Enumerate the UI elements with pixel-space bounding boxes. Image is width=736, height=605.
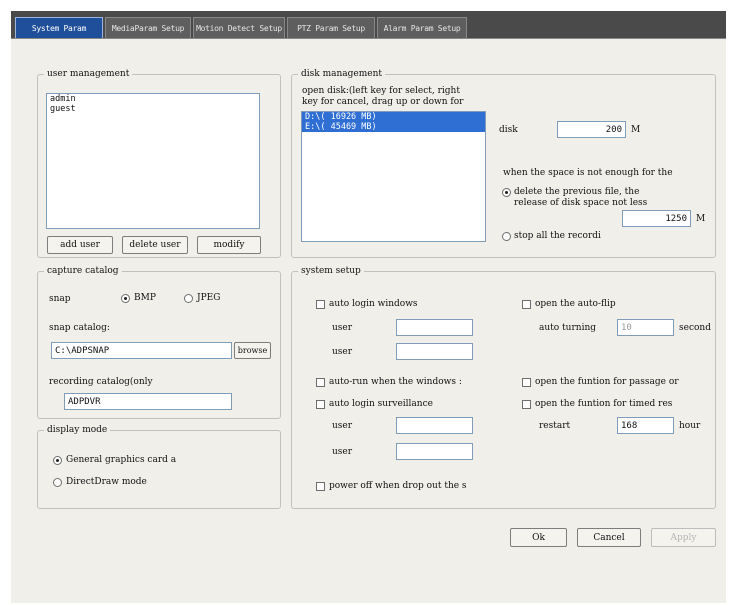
snap-catalog-input[interactable]: C:\ADPSNAP (51, 342, 232, 359)
directdraw-label: DirectDraw mode (66, 477, 147, 487)
modify-button[interactable]: modify (197, 236, 261, 254)
disk-hint-line1: open disk:(left key for select, right (302, 86, 460, 96)
browse-button[interactable]: browse (234, 342, 271, 359)
disk-management-group: disk management open disk:(left key for … (291, 68, 716, 258)
release-space-input[interactable]: 1250 (622, 210, 691, 227)
display-mode-group: display mode General graphics card a Dir… (37, 424, 281, 509)
windows-password-label: user (332, 347, 353, 357)
power-off-checkbox[interactable] (316, 482, 325, 491)
auto-turning-input[interactable]: 10 (617, 319, 674, 336)
auto-login-surveillance-label: auto login surveillance (329, 399, 433, 409)
windows-user-input[interactable] (396, 319, 473, 336)
power-off-label: power off when drop out the s (329, 481, 467, 491)
cancel-button[interactable]: Cancel (577, 528, 641, 547)
apply-button[interactable]: Apply (651, 528, 716, 547)
restart-label: restart (539, 421, 571, 431)
disk-management-title: disk management (298, 68, 385, 80)
delete-previous-line2: release of disk space not less (514, 198, 648, 208)
windows-user-label: user (332, 323, 353, 333)
auto-run-checkbox[interactable] (316, 378, 325, 387)
user-list-item[interactable]: admin (47, 94, 259, 104)
surveillance-user-input[interactable] (396, 417, 473, 434)
release-space-unit: M (696, 214, 706, 224)
recording-catalog-input[interactable]: ADPDVR (64, 393, 232, 410)
disk-size-unit: M (631, 125, 641, 135)
stop-recording-label: stop all the recordi (514, 231, 601, 241)
auto-turning-unit: second (679, 323, 711, 333)
snap-bmp-label: BMP (134, 293, 156, 303)
capture-catalog-group: capture catalog snap BMP JPEG snap catal… (37, 265, 281, 419)
surveillance-password-input[interactable] (396, 443, 473, 460)
auto-login-windows-label: auto login windows (329, 299, 418, 309)
snap-format-label: snap (49, 294, 71, 304)
system-setup-group: system setup auto login windows user use… (291, 265, 716, 509)
disk-list[interactable]: D:\( 16926 MB) E:\( 45469 MB) (301, 111, 486, 242)
tab-strip: System Param MediaParam Setup Motion Det… (11, 11, 726, 41)
delete-previous-radio[interactable] (502, 188, 511, 197)
add-user-button[interactable]: add user (47, 236, 113, 254)
disk-hint-line2: key for cancel, drag up or down for (302, 97, 464, 107)
snap-jpeg-label: JPEG (197, 293, 221, 303)
user-management-title: user management (44, 68, 133, 80)
disk-size-label: disk (499, 125, 518, 135)
delete-previous-line1: delete the previous file, the (514, 187, 640, 197)
auto-flip-label: open the auto-flip (535, 299, 616, 309)
passage-function-label: open the funtion for passage or (535, 377, 679, 387)
timed-restart-label: open the funtion for timed res (535, 399, 673, 409)
auto-login-windows-checkbox[interactable] (316, 300, 325, 309)
surveillance-user-label: user (332, 421, 353, 431)
delete-user-button[interactable]: delete user (122, 236, 188, 254)
capture-catalog-title: capture catalog (44, 265, 122, 277)
user-list[interactable]: admin guest (46, 93, 260, 229)
disk-list-item[interactable]: D:\( 16926 MB) (302, 112, 485, 122)
system-setup-title: system setup (298, 265, 364, 277)
user-list-item[interactable]: guest (47, 104, 259, 114)
recording-catalog-label: recording catalog(only (49, 377, 153, 387)
directdraw-radio[interactable] (53, 478, 62, 487)
user-management-group: user management admin guest add user del… (37, 68, 281, 258)
snap-catalog-label: snap catalog: (49, 323, 110, 333)
disk-size-input[interactable]: 200 (557, 121, 626, 138)
auto-turning-label: auto turning (539, 323, 597, 333)
disk-list-item[interactable]: E:\( 45469 MB) (302, 122, 485, 132)
passage-function-checkbox[interactable] (522, 378, 531, 387)
timed-restart-checkbox[interactable] (522, 400, 531, 409)
windows-password-input[interactable] (396, 343, 473, 360)
system-param-panel: user management admin guest add user del… (11, 38, 726, 603)
auto-login-surveillance-checkbox[interactable] (316, 400, 325, 409)
ok-button[interactable]: Ok (510, 528, 567, 547)
restart-interval-unit: hour (679, 421, 701, 431)
display-mode-title: display mode (44, 424, 111, 436)
stop-recording-radio[interactable] (502, 232, 511, 241)
auto-flip-checkbox[interactable] (522, 300, 531, 309)
space-note: when the space is not enough for the (503, 168, 673, 178)
auto-run-label: auto-run when the windows : (329, 377, 462, 387)
general-graphics-radio[interactable] (53, 456, 62, 465)
surveillance-password-label: user (332, 447, 353, 457)
general-graphics-label: General graphics card a (66, 455, 177, 465)
restart-interval-input[interactable]: 168 (617, 417, 674, 434)
snap-bmp-radio[interactable] (121, 294, 130, 303)
snap-jpeg-radio[interactable] (184, 294, 193, 303)
